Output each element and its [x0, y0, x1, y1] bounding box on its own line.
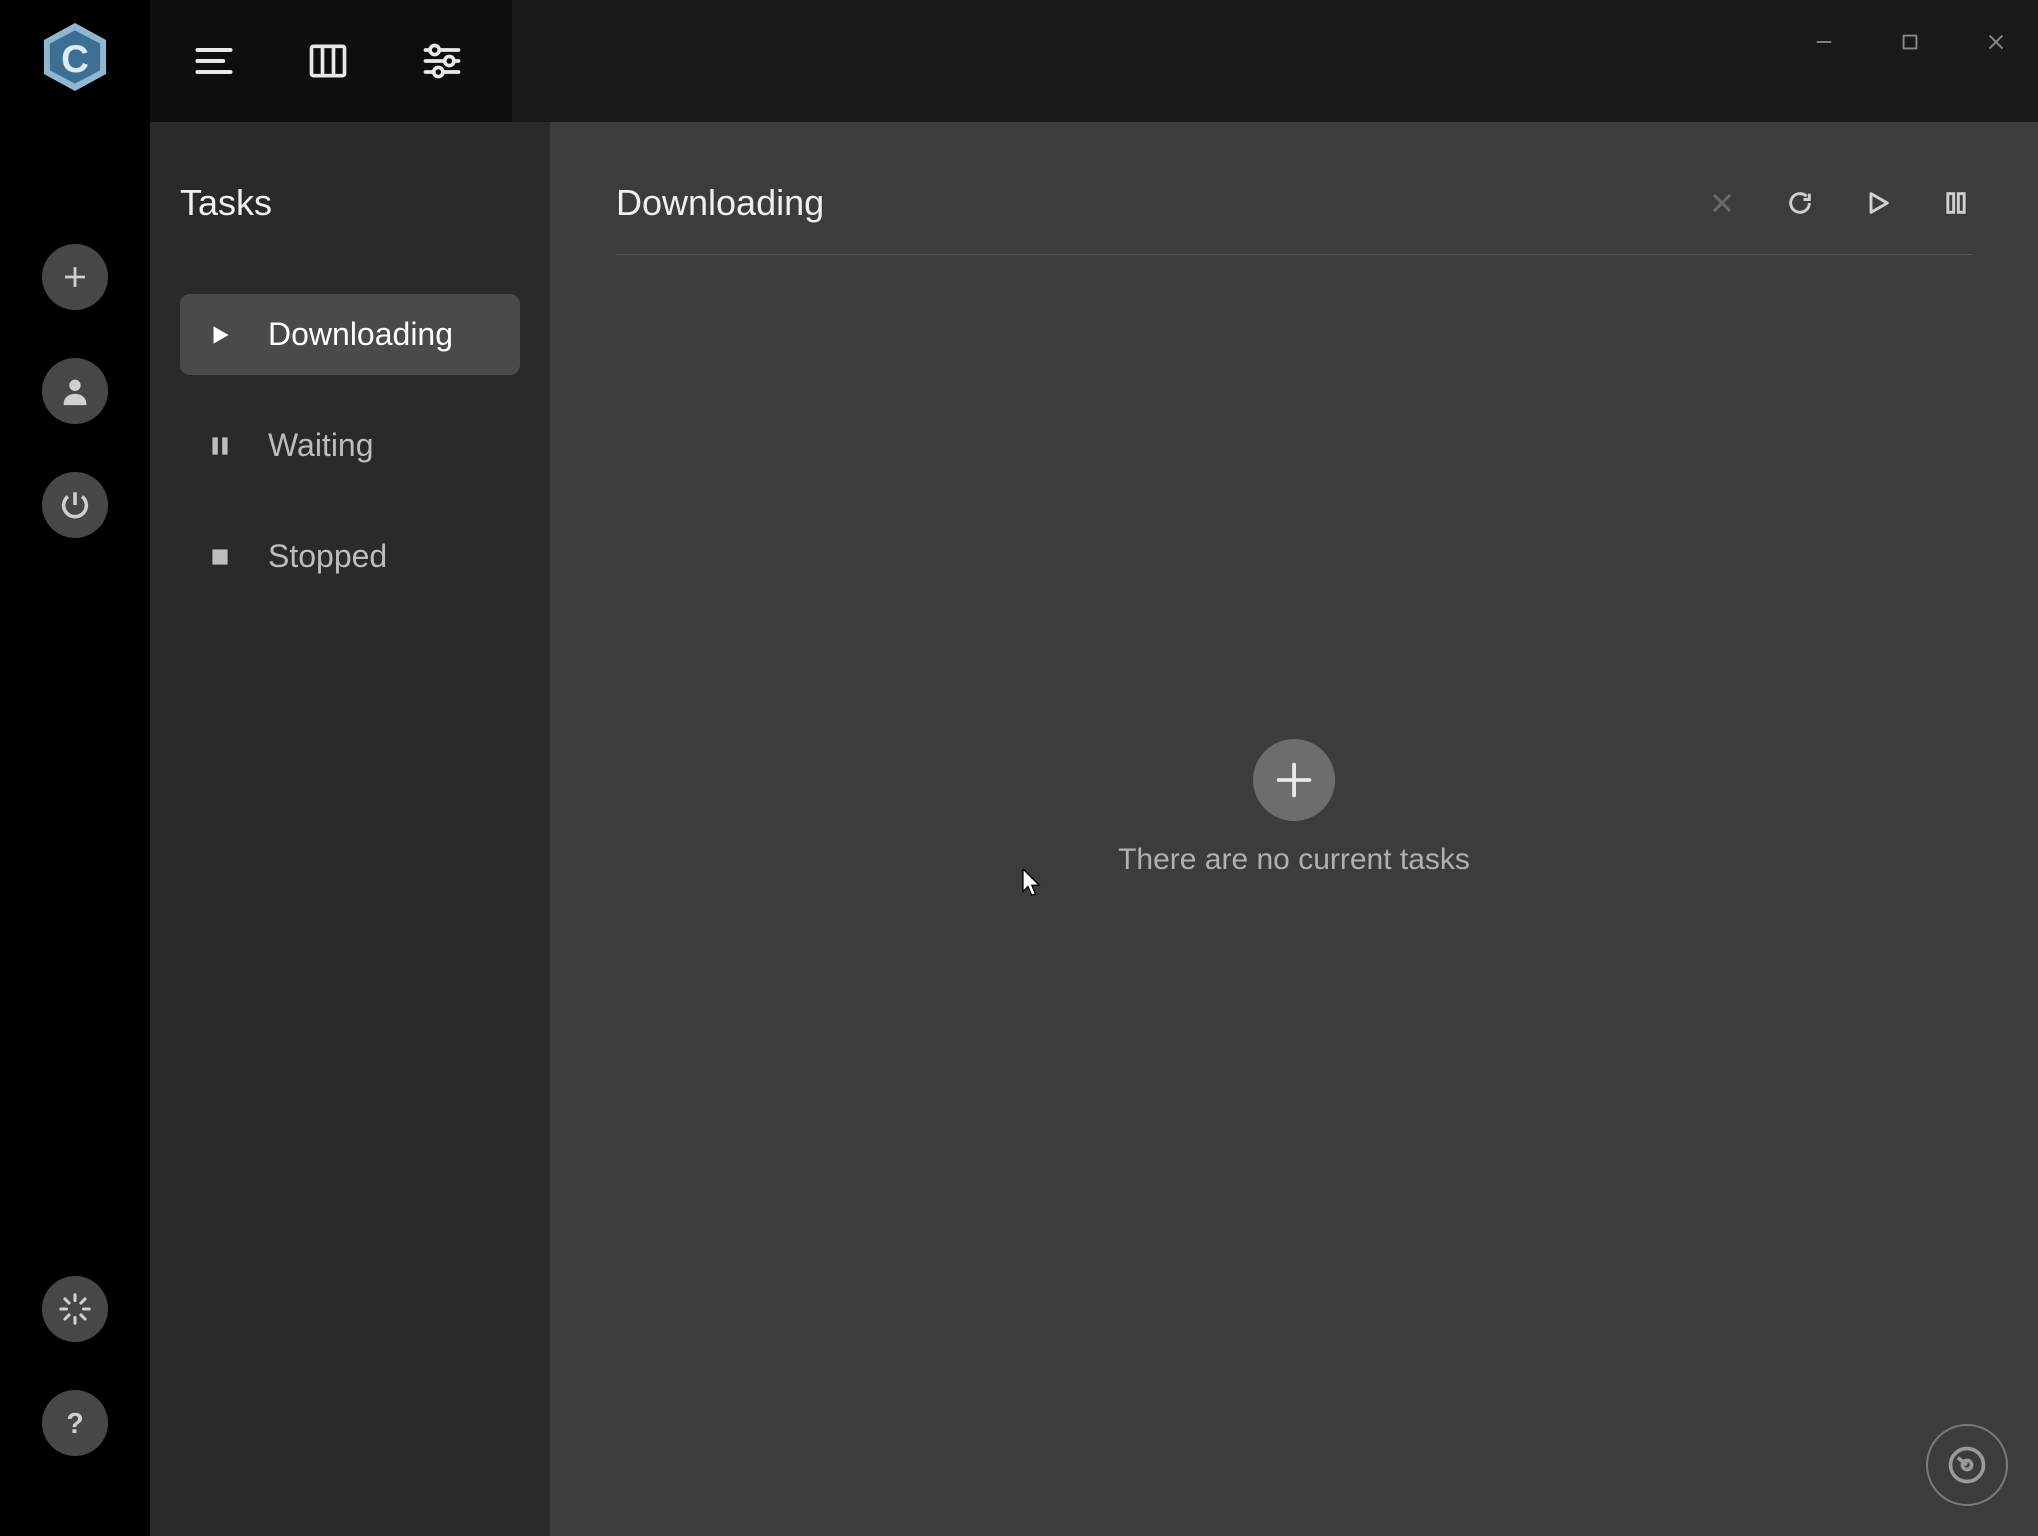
maximize-button[interactable]: [1896, 28, 1924, 56]
app-rail: C ?: [0, 0, 150, 1536]
sidebar-item-label: Waiting: [268, 427, 374, 464]
add-task-button[interactable]: [42, 244, 108, 310]
sidebar-item-label: Stopped: [268, 538, 387, 575]
spinner-icon: [58, 1292, 92, 1326]
help-button[interactable]: ?: [42, 1390, 108, 1456]
pause-icon: [1942, 189, 1970, 217]
pause-action-button[interactable]: [1940, 187, 1972, 219]
sidebar: Tasks Downloading Waiting: [150, 122, 550, 1536]
sidebar-item-stopped[interactable]: Stopped: [180, 516, 520, 597]
loading-button[interactable]: [42, 1276, 108, 1342]
user-icon: [58, 374, 92, 408]
film-icon: [306, 39, 350, 83]
close-icon: [1985, 31, 2007, 53]
sidebar-item-label: Downloading: [268, 316, 453, 353]
topbar-left-group: [150, 0, 512, 122]
sidebar-title: Tasks: [180, 182, 520, 224]
content-title: Downloading: [616, 182, 824, 224]
maximize-icon: [1899, 31, 1921, 53]
app-root: C ?: [0, 0, 2038, 1536]
minimize-button[interactable]: [1810, 28, 1838, 56]
stop-icon: [206, 543, 234, 571]
close-button[interactable]: [1982, 28, 2010, 56]
cancel-action-button[interactable]: [1706, 187, 1738, 219]
sidebar-item-waiting[interactable]: Waiting: [180, 405, 520, 486]
user-button[interactable]: [42, 358, 108, 424]
x-icon: [1708, 189, 1736, 217]
menu-icon: [192, 39, 236, 83]
svg-text:?: ?: [66, 1408, 83, 1440]
speedometer-float-button[interactable]: [1926, 1424, 2008, 1506]
empty-state: There are no current tasks: [1118, 739, 1470, 877]
play-icon: [1864, 189, 1892, 217]
plus-icon: [58, 260, 92, 294]
help-icon: ?: [58, 1406, 92, 1440]
plus-icon: [1271, 757, 1317, 803]
sliders-icon: [420, 39, 464, 83]
empty-state-text: There are no current tasks: [1118, 843, 1470, 877]
sidebar-item-downloading[interactable]: Downloading: [180, 294, 520, 375]
window-controls: [1810, 28, 2010, 56]
speedometer-icon: [1945, 1443, 1989, 1487]
content-area: Downloading: [550, 122, 2038, 1536]
content-header: Downloading: [616, 182, 1972, 255]
refresh-action-button[interactable]: [1784, 187, 1816, 219]
refresh-icon: [1786, 189, 1814, 217]
body: Tasks Downloading Waiting: [150, 122, 2038, 1536]
play-icon: [206, 321, 234, 349]
film-button[interactable]: [306, 39, 350, 83]
app-logo: C: [38, 20, 112, 94]
settings-sliders-button[interactable]: [420, 39, 464, 83]
svg-text:C: C: [61, 38, 89, 81]
power-icon: [58, 488, 92, 522]
pause-icon: [206, 432, 234, 460]
menu-button[interactable]: [192, 39, 236, 83]
power-button[interactable]: [42, 472, 108, 538]
main-area: Tasks Downloading Waiting: [150, 0, 2038, 1536]
topbar: [150, 0, 2038, 122]
minimize-icon: [1813, 31, 1835, 53]
content-header-actions: [1706, 187, 1972, 219]
add-task-empty-button[interactable]: [1253, 739, 1335, 821]
play-action-button[interactable]: [1862, 187, 1894, 219]
